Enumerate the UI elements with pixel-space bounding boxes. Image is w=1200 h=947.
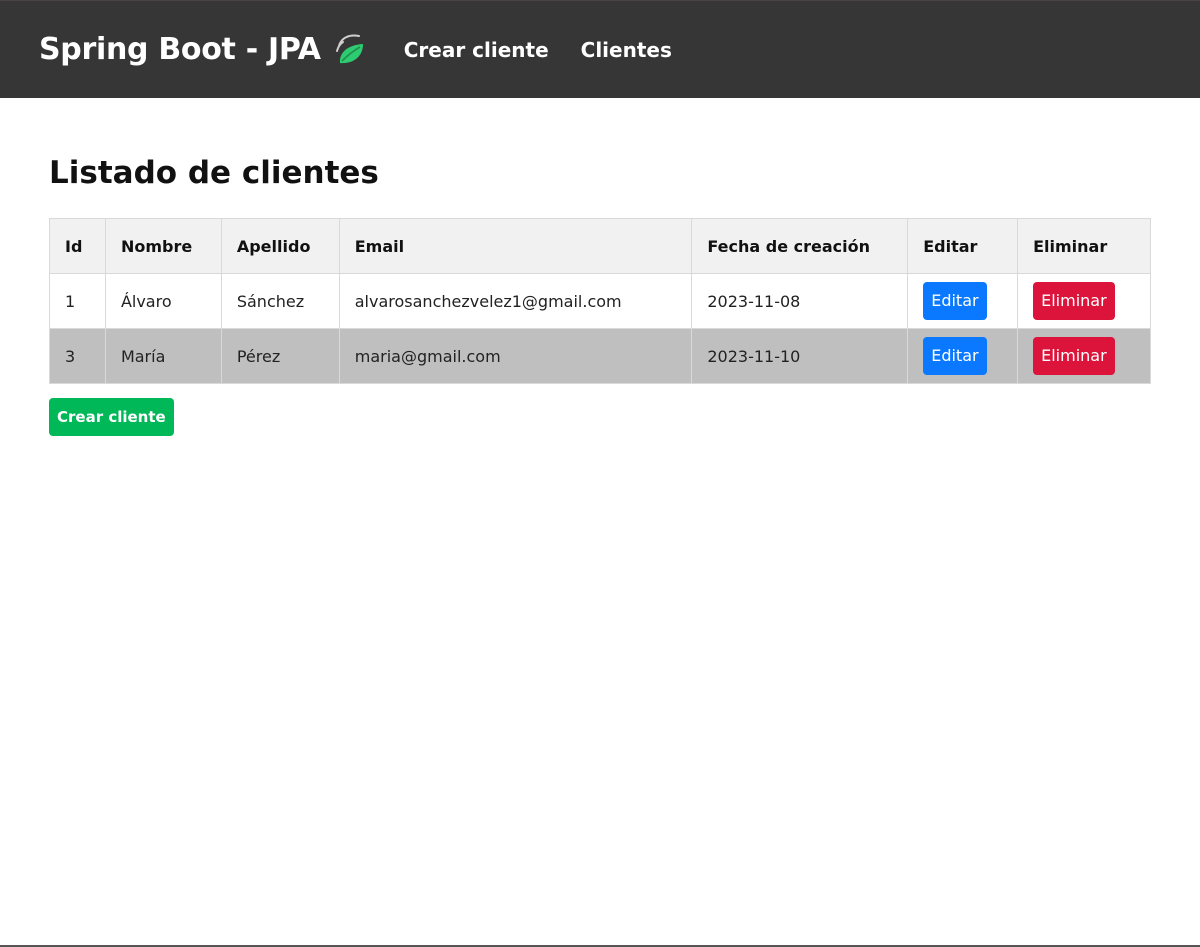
header-nombre: Nombre [104,218,222,274]
header-apellido: Apellido [220,218,340,274]
table-row: 1 Álvaro Sánchez alvarosanchezvelez1@gma… [49,273,1151,329]
cell-id: 1 [49,273,106,329]
header-eliminar: Eliminar [1017,218,1151,274]
cell-apellido: Pérez [220,328,340,384]
edit-button[interactable]: Editar [923,282,987,320]
navbar: Spring Boot - JPA Crear cliente Clientes [0,1,1200,98]
cell-email: alvarosanchezvelez1@gmail.com [338,273,693,329]
nav-links: Crear cliente Clientes [404,38,704,62]
brand-link[interactable]: Spring Boot - JPA [39,32,367,67]
table-header-row: Id Nombre Apellido Email Fecha de creaci… [49,218,1151,274]
delete-button[interactable]: Eliminar [1033,337,1115,375]
page: Spring Boot - JPA Crear cliente Clientes… [0,0,1200,947]
table-row: 3 María Pérez maria@gmail.com 2023-11-10… [49,328,1151,384]
cell-eliminar: Eliminar [1017,328,1151,384]
cell-email: maria@gmail.com [338,328,693,384]
cell-eliminar: Eliminar [1017,273,1151,329]
cell-fecha: 2023-11-08 [691,273,909,329]
page-title: Listado de clientes [49,155,379,191]
nav-link-clientes[interactable]: Clientes [581,38,672,62]
cell-nombre: Álvaro [104,273,222,329]
cell-id: 3 [49,328,106,384]
header-fecha: Fecha de creación [691,218,909,274]
brand-title: Spring Boot - JPA [39,32,321,67]
cell-editar: Editar [907,328,1019,384]
spring-leaf-icon [333,31,367,67]
main-content: Listado de clientes Id Nombre Apellido E… [0,153,1200,436]
cell-fecha: 2023-11-10 [691,328,909,384]
header-editar: Editar [907,218,1019,274]
create-client-button[interactable]: Crear cliente [49,398,174,436]
cell-apellido: Sánchez [220,273,340,329]
header-email: Email [338,218,693,274]
cell-editar: Editar [907,273,1019,329]
clients-table: Id Nombre Apellido Email Fecha de creaci… [49,218,1151,384]
nav-link-crear-cliente[interactable]: Crear cliente [404,38,549,62]
delete-button[interactable]: Eliminar [1033,282,1115,320]
cell-nombre: María [104,328,222,384]
header-id: Id [49,218,106,274]
edit-button[interactable]: Editar [923,337,987,375]
